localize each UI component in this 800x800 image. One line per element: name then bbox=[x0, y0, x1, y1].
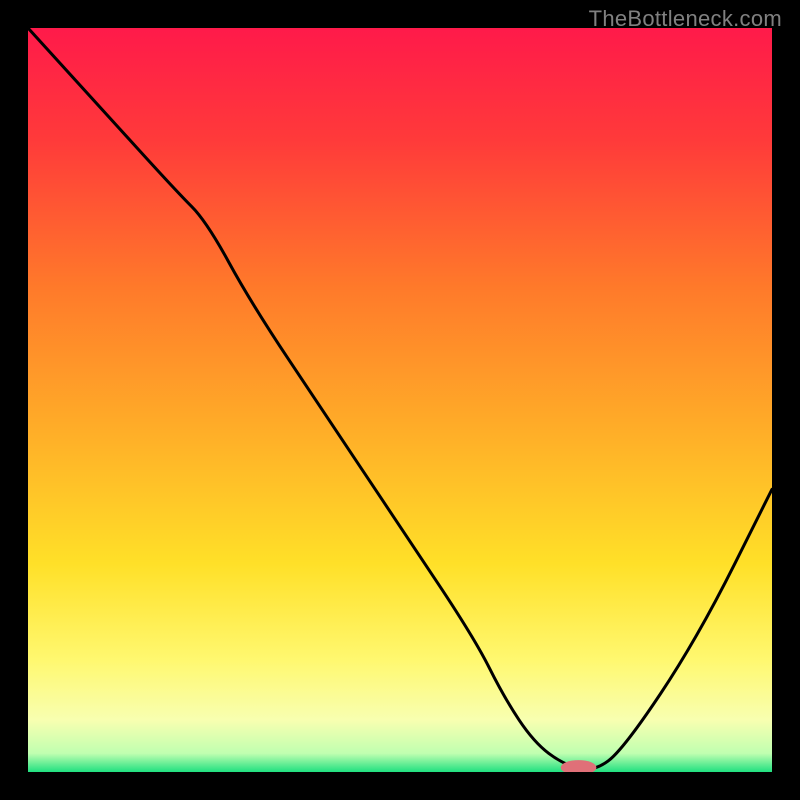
chart-plot-area bbox=[28, 28, 772, 772]
chart-background-gradient bbox=[28, 28, 772, 772]
chart-svg bbox=[28, 28, 772, 772]
watermark-text: TheBottleneck.com bbox=[589, 6, 782, 32]
